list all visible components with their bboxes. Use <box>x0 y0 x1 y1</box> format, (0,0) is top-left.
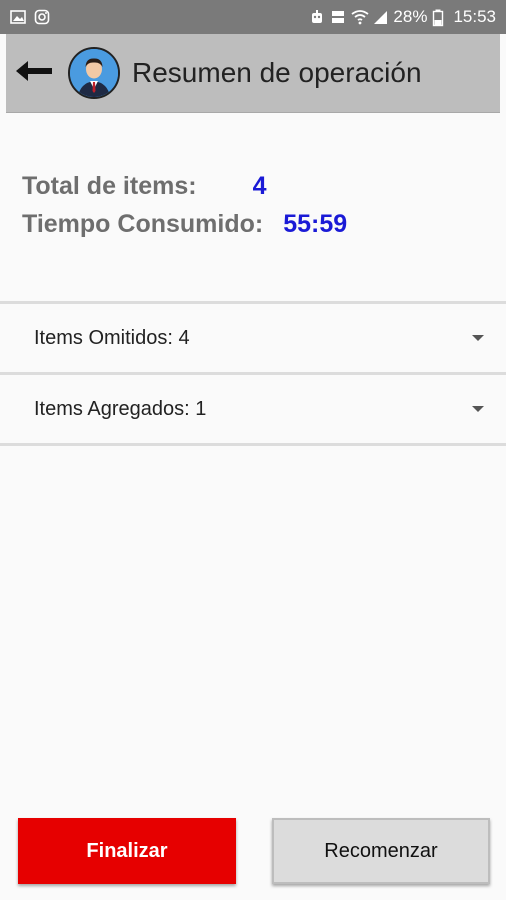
clock: 15:53 <box>453 7 496 26</box>
time-consumed-label: Tiempo Consumido: <box>22 210 264 238</box>
summary-panel: Total de items: 4 Tiempo Consumido: 55:5… <box>22 172 347 248</box>
status-right: 28% 15:53 <box>309 7 506 27</box>
battery-icon <box>432 9 448 27</box>
total-items-value: 4 <box>252 172 267 200</box>
status-bar: 28% 15:53 <box>0 0 506 34</box>
added-items-section[interactable]: Items Agregados: 1 <box>0 375 506 443</box>
omitted-items-label: Items Omitidos: 4 <box>34 326 190 349</box>
divider <box>0 443 506 446</box>
gallery-icon <box>10 9 26 25</box>
restart-button[interactable]: Recomenzar <box>272 818 490 884</box>
arrow-left-icon <box>14 59 54 88</box>
user-avatar-icon <box>70 49 118 97</box>
added-items-label: Items Agregados: 1 <box>34 397 207 420</box>
signal-icon <box>372 9 388 25</box>
omitted-items-section[interactable]: Items Omitidos: 4 <box>0 304 506 372</box>
status-left <box>0 9 50 25</box>
page-title: Resumen de operación <box>132 57 422 88</box>
time-consumed-row: Tiempo Consumido: 55:59 <box>22 210 347 248</box>
chevron-down-icon <box>472 406 484 412</box>
total-items-label: Total de items: <box>22 172 197 200</box>
back-button[interactable] <box>14 53 54 93</box>
total-items-row: Total de items: 4 <box>22 172 347 210</box>
instagram-icon <box>34 9 50 25</box>
app-bar: Resumen de operación <box>6 34 500 113</box>
chevron-down-icon <box>472 335 484 341</box>
time-consumed-value: 55:59 <box>283 210 348 238</box>
robot-icon <box>309 9 325 25</box>
finish-button[interactable]: Finalizar <box>18 818 236 884</box>
volte-icon <box>330 9 346 25</box>
battery-percent: 28% <box>393 7 428 26</box>
wifi-icon <box>351 9 369 25</box>
avatar <box>68 47 120 99</box>
